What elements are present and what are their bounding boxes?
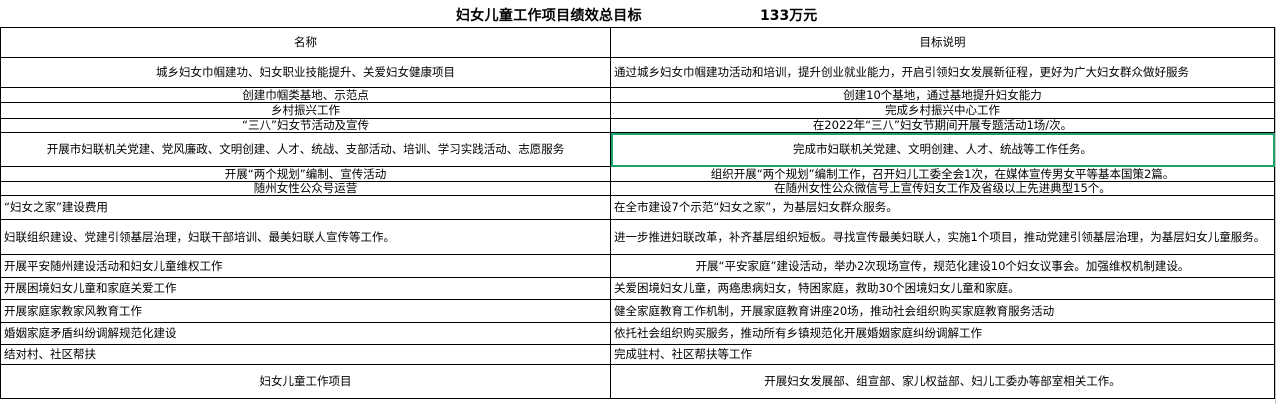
column-divider (1275, 27, 1276, 404)
description-cell[interactable]: 组织开展“两个规划”编制工作，召开妇儿工委全会1次，在媒体宣传男女平等基本国策2… (610, 166, 1275, 182)
name-cell[interactable]: 开展“两个规划”编制、宣传活动 (0, 166, 611, 182)
table-row: 乡村振兴工作 完成乡村振兴中心工作 (0, 102, 1275, 119)
name-cell[interactable]: 开展平安随州建设活动和妇女儿童维权工作 (0, 254, 611, 278)
total-amount[interactable]: 133万元 (760, 5, 817, 25)
performance-goals-table: 名称 目标说明 城乡妇女巾帼建功、妇女职业技能提升、关爱妇女健康项目 通过城乡妇… (0, 27, 1275, 399)
table-row: 城乡妇女巾帼建功、妇女职业技能提升、关爱妇女健康项目 通过城乡妇女巾帼建功活动和… (0, 57, 1275, 88)
description-cell[interactable]: 关爱困境妇女儿童，两癌患病妇女，特困家庭，救助30个困境妇女儿童和家庭。 (610, 277, 1275, 300)
name-cell[interactable]: 随州女性公众号运营 (0, 181, 611, 196)
header-row: 名称 目标说明 (0, 27, 1275, 58)
table-row: 开展“两个规划”编制、宣传活动 组织开展“两个规划”编制工作，召开妇儿工委全会1… (0, 166, 1275, 182)
table-row: 婚姻家庭矛盾纠纷调解规范化建设 依托社会组织购买服务，推动所有乡镇规范化开展婚姻… (0, 322, 1275, 345)
description-cell[interactable]: 在随州女性公众微信号上宣传妇女工作及省级以上先进典型15个。 (610, 181, 1275, 196)
table-row: 妇联组织建设、党建引领基层治理，妇联干部培训、最美妇联人宣传等工作。 进一步推进… (0, 219, 1275, 255)
name-cell[interactable]: 开展家庭家教家风教育工作 (0, 299, 611, 323)
table-row: 开展家庭家教家风教育工作 健全家庭教育工作机制，开展家庭教育讲座20场，推动社会… (0, 299, 1275, 323)
description-cell[interactable]: 完成乡村振兴中心工作 (610, 102, 1275, 119)
name-cell[interactable]: 妇联组织建设、党建引领基层治理，妇联干部培训、最美妇联人宣传等工作。 (0, 219, 611, 255)
description-cell[interactable]: 开展妇女发展部、组宣部、家儿权益部、妇儿工委办等部室相关工作。 (610, 364, 1275, 399)
table-row: 结对村、社区帮扶 完成驻村、社区帮扶等工作 (0, 344, 1275, 365)
table-row: 创建巾帼类基地、示范点 创建10个基地，通过基地提升妇女能力 (0, 87, 1275, 103)
sheet-title[interactable]: 妇女儿童工作项目绩效总目标 (456, 5, 642, 25)
table-row: “妇女之家”建设费用 在全市建设7个示范“妇女之家”，为基层妇女群众服务。 (0, 195, 1275, 220)
description-cell[interactable]: 创建10个基地，通过基地提升妇女能力 (610, 87, 1275, 103)
name-cell[interactable]: 妇女儿童工作项目 (0, 364, 611, 399)
description-cell[interactable]: 通过城乡妇女巾帼建功活动和培训，提升创业就业能力，开启引领妇女发展新征程，更好为… (610, 57, 1275, 88)
description-cell[interactable]: 健全家庭教育工作机制，开展家庭教育讲座20场，推动社会组织购买家庭教育服务活动 (610, 299, 1275, 323)
description-cell[interactable]: 完成驻村、社区帮扶等工作 (610, 344, 1275, 365)
table-row: 妇女儿童工作项目 开展妇女发展部、组宣部、家儿权益部、妇儿工委办等部室相关工作。 (0, 364, 1275, 399)
name-cell[interactable]: “妇女之家”建设费用 (0, 195, 611, 220)
description-cell[interactable]: 在2022年“三八”妇女节期间开展专题活动1场/次。 (610, 118, 1275, 133)
name-cell[interactable]: 开展市妇联机关党建、党风廉政、文明创建、人才、统战、支部活动、培训、学习实践活动… (0, 132, 611, 167)
name-cell[interactable]: “三八”妇女节活动及宣传 (0, 118, 611, 133)
description-cell[interactable]: 依托社会组织购买服务，推动所有乡镇规范化开展婚姻家庭纠纷调解工作 (610, 322, 1275, 345)
table-row: 随州女性公众号运营 在随州女性公众微信号上宣传妇女工作及省级以上先进典型15个。 (0, 181, 1275, 196)
description-cell[interactable]: 开展“平安家庭”建设活动，举办2次现场宣传，规范化建设10个妇女议事会。加强维权… (610, 254, 1275, 278)
table-row: 开展平安随州建设活动和妇女儿童维权工作 开展“平安家庭”建设活动，举办2次现场宣… (0, 254, 1275, 278)
description-cell-selected[interactable]: 完成市妇联机关党建、文明创建、人才、统战等工作任务。 (610, 132, 1275, 167)
name-cell[interactable]: 乡村振兴工作 (0, 102, 611, 119)
description-cell[interactable]: 在全市建设7个示范“妇女之家”，为基层妇女群众服务。 (610, 195, 1275, 220)
table-row: “三八”妇女节活动及宣传 在2022年“三八”妇女节期间开展专题活动1场/次。 (0, 118, 1275, 133)
column-header-description[interactable]: 目标说明 (610, 27, 1275, 58)
name-cell[interactable]: 结对村、社区帮扶 (0, 344, 611, 365)
name-cell[interactable]: 城乡妇女巾帼建功、妇女职业技能提升、关爱妇女健康项目 (0, 57, 611, 88)
table-row: 开展困境妇女儿童和家庭关爱工作 关爱困境妇女儿童，两癌患病妇女，特困家庭，救助3… (0, 277, 1275, 300)
table-row: 开展市妇联机关党建、党风廉政、文明创建、人才、统战、支部活动、培训、学习实践活动… (0, 132, 1275, 167)
sheet-title-row: 妇女儿童工作项目绩效总目标 133万元 (0, 0, 1279, 27)
name-cell[interactable]: 创建巾帼类基地、示范点 (0, 87, 611, 103)
description-cell[interactable]: 进一步推进妇联改革，补齐基层组织短板。寻找宣传最美妇联人，实施1个项目，推动党建… (610, 219, 1275, 255)
column-header-name[interactable]: 名称 (0, 27, 611, 58)
name-cell[interactable]: 婚姻家庭矛盾纠纷调解规范化建设 (0, 322, 611, 345)
name-cell[interactable]: 开展困境妇女儿童和家庭关爱工作 (0, 277, 611, 300)
